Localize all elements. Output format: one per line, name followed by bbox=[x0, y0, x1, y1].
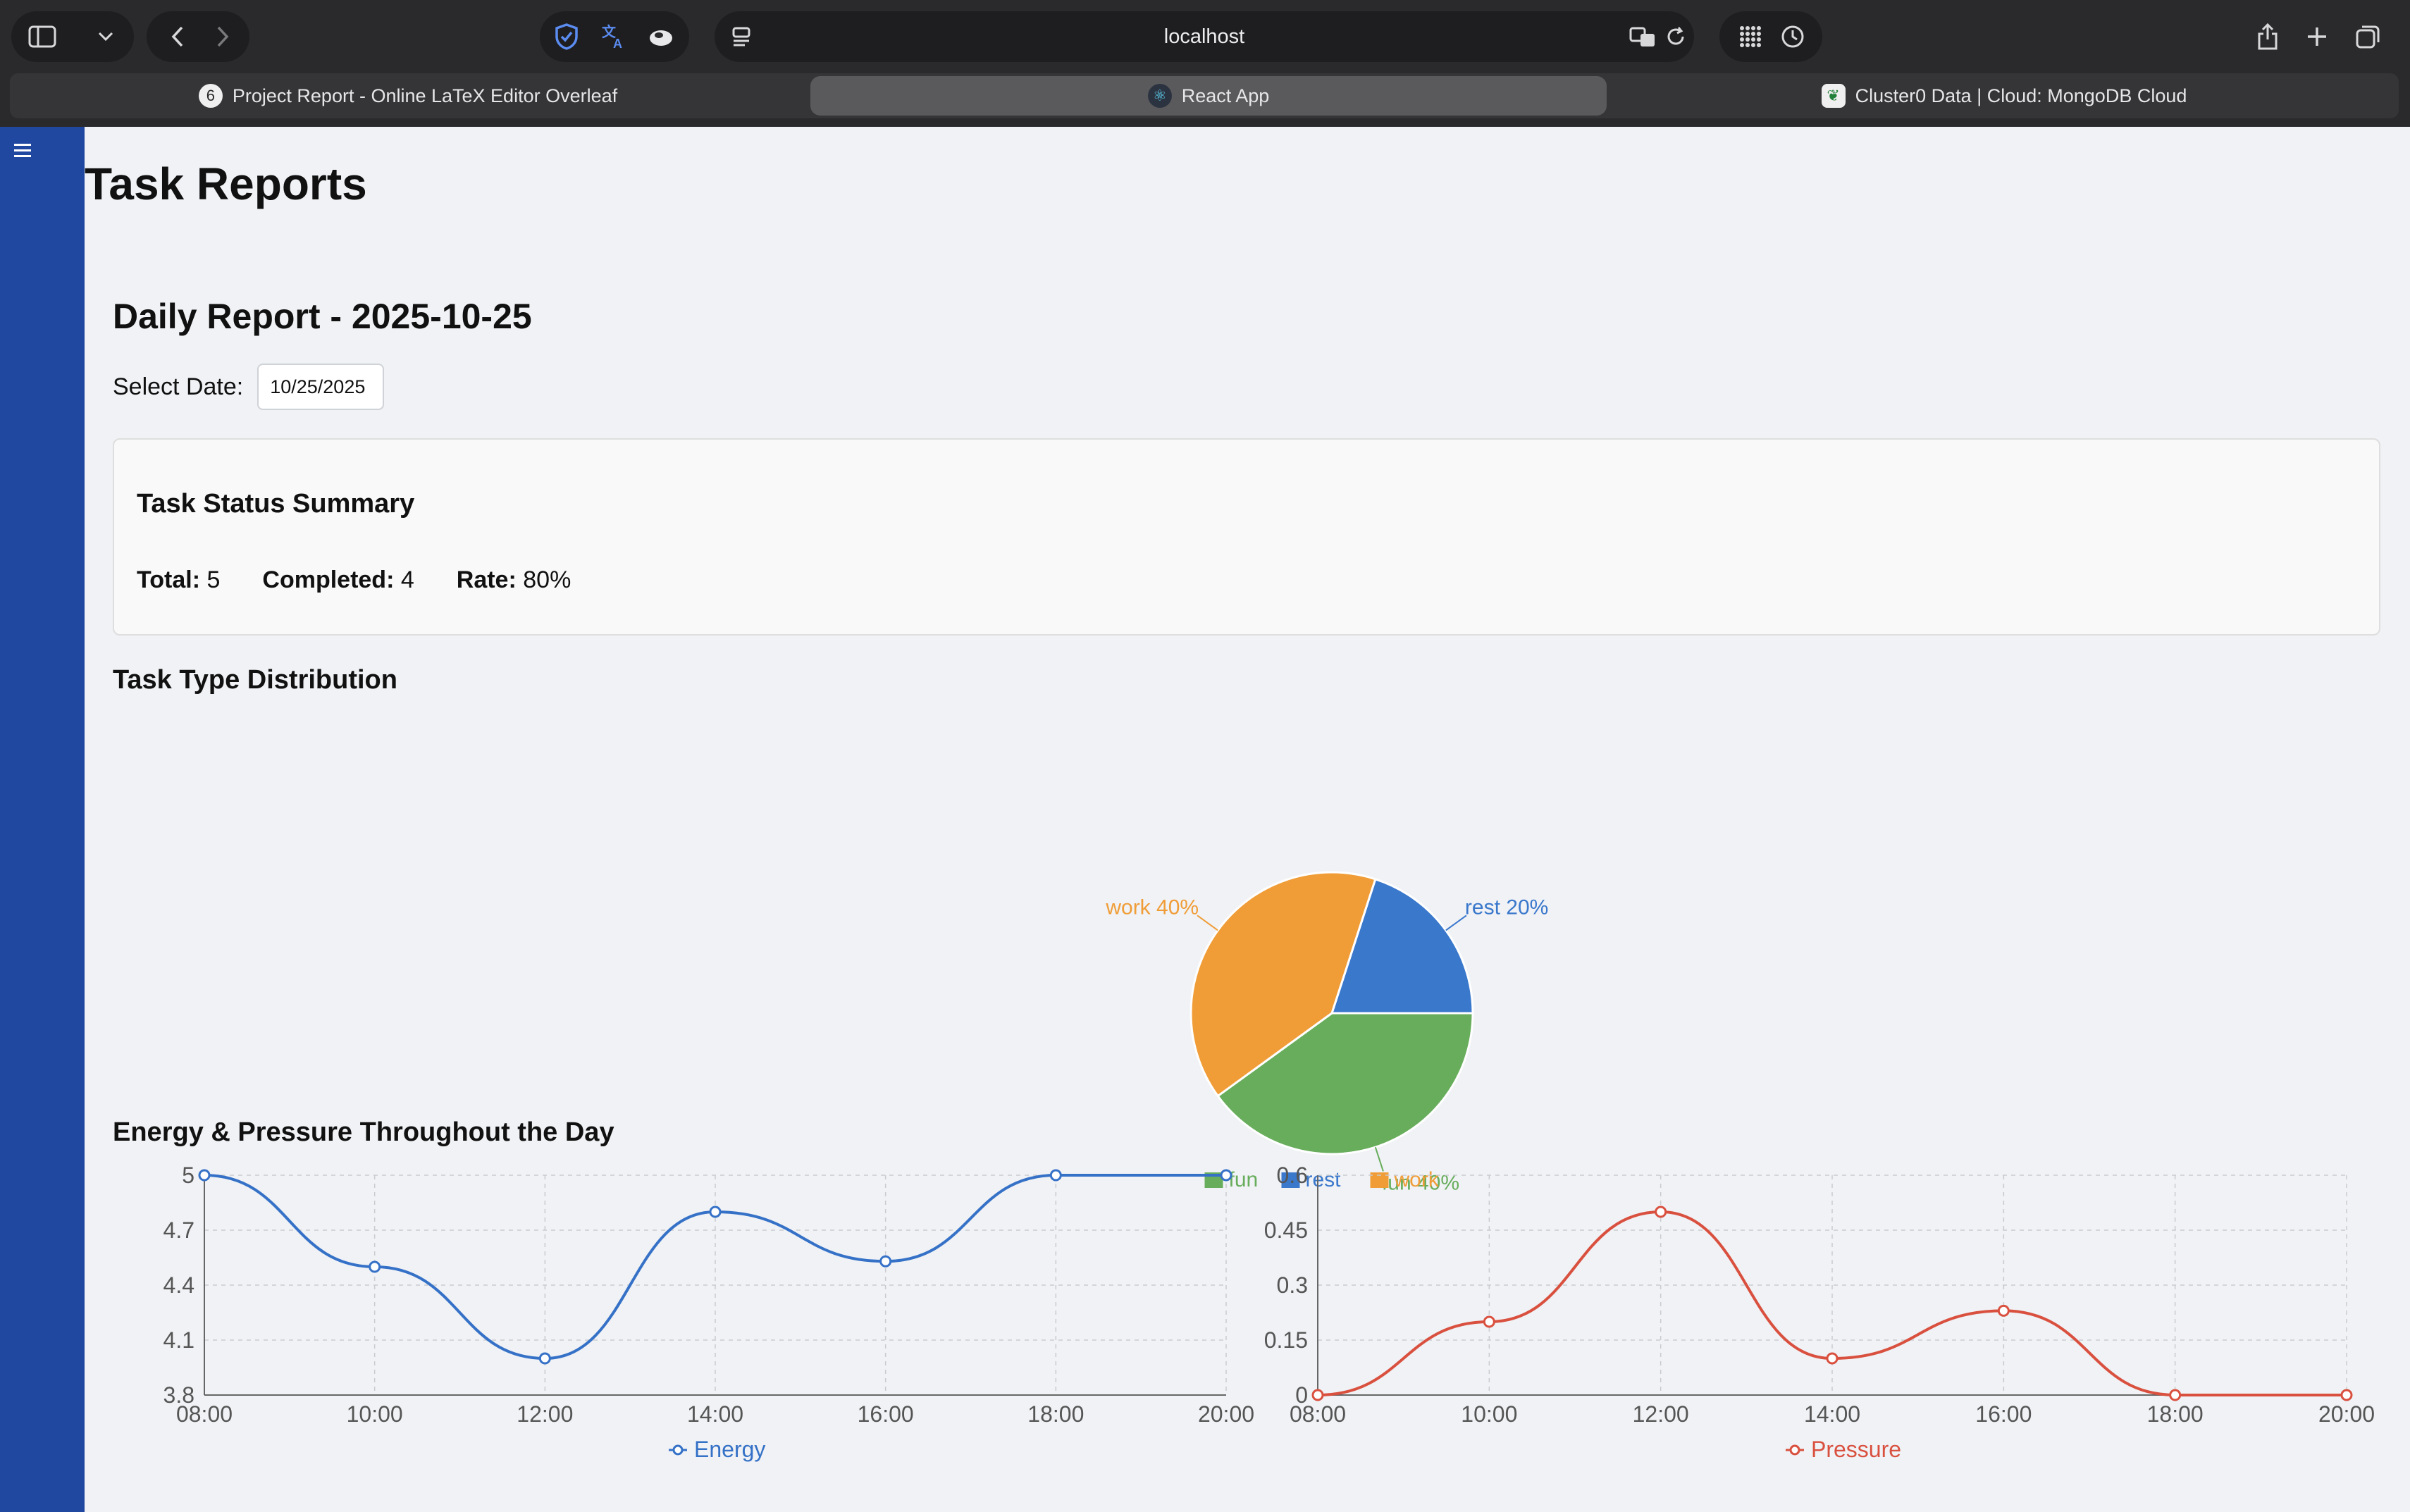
data-point[interactable] bbox=[198, 1169, 211, 1182]
tab-label: Project Report - Online LaTeX Editor Ove… bbox=[232, 85, 618, 106]
select-date-label: Select Date: bbox=[113, 373, 244, 400]
grid-icon[interactable] bbox=[1731, 17, 1770, 56]
mongodb-leaf-icon: ❦ bbox=[1821, 84, 1846, 108]
data-point[interactable] bbox=[538, 1352, 551, 1365]
data-point[interactable] bbox=[1311, 1389, 1324, 1401]
legend-label-energy[interactable]: Energy bbox=[694, 1437, 765, 1462]
task-type-pie-chart: rest 20%fun 40%work 40%fun rest work bbox=[1105, 871, 1548, 1194]
y-tick-label: 0.6 bbox=[1277, 1163, 1308, 1188]
y-tick-label: 0.45 bbox=[1264, 1217, 1308, 1243]
shield-icon[interactable] bbox=[547, 17, 586, 56]
sidebar-toggle-icon[interactable] bbox=[23, 17, 62, 56]
y-tick-label: 4.4 bbox=[163, 1272, 194, 1298]
x-tick-label: 08:00 bbox=[176, 1401, 233, 1427]
summary-title: Task Status Summary bbox=[137, 489, 415, 519]
address-bar[interactable]: localhost bbox=[715, 11, 1694, 62]
energy-line-chart: 3.84.14.44.7508:00 10:00 12:00 14:00 16:00 18… bbox=[163, 1163, 1255, 1462]
chevron-down-icon[interactable] bbox=[86, 17, 125, 56]
rate-stat: Rate: 80% bbox=[456, 566, 571, 593]
task-status-summary-card: Task Status Summary Total: 5 Completed: … bbox=[113, 438, 2380, 636]
tab-react-app[interactable]: ⚛ React App bbox=[810, 76, 1607, 116]
reload-icon[interactable] bbox=[1656, 17, 1695, 56]
daily-report-title: Daily Report - 2025-10-25 bbox=[113, 297, 532, 336]
react-logo-icon: ⚛ bbox=[1147, 84, 1172, 108]
x-tick-label: 20:00 bbox=[1198, 1401, 1254, 1427]
date-input[interactable]: 10/25/2025 bbox=[257, 364, 385, 410]
forward-icon[interactable] bbox=[203, 17, 242, 56]
energy-pressure-title: Energy & Pressure Throughout the Day bbox=[113, 1117, 614, 1147]
url-text: localhost bbox=[1163, 25, 1245, 48]
data-point[interactable] bbox=[1483, 1315, 1495, 1328]
new-tab-icon[interactable] bbox=[2297, 17, 2337, 56]
share-icon[interactable] bbox=[2248, 17, 2287, 56]
distribution-title: Task Type Distribution bbox=[113, 665, 397, 695]
pie-label-line bbox=[1197, 915, 1218, 931]
back-icon[interactable] bbox=[158, 17, 197, 56]
data-point[interactable] bbox=[1655, 1206, 1667, 1218]
pie-label-work: work 40% bbox=[1105, 896, 1199, 919]
tab-label: Cluster0 Data | Cloud: MongoDB Cloud bbox=[1855, 85, 2187, 106]
x-tick-label: 10:00 bbox=[1461, 1401, 1517, 1427]
y-tick-label: 0.3 bbox=[1277, 1272, 1308, 1298]
data-point[interactable] bbox=[1826, 1352, 1839, 1365]
date-selector: Select Date: 10/25/2025 bbox=[113, 364, 385, 410]
hamburger-menu-icon[interactable] bbox=[14, 144, 31, 158]
x-tick-label: 10:00 bbox=[347, 1401, 403, 1427]
y-tick-label: 4.7 bbox=[163, 1217, 194, 1243]
page-title: Task Reports bbox=[85, 159, 367, 209]
x-tick-label: 14:00 bbox=[1804, 1401, 1860, 1427]
translate-icon[interactable]: 文A bbox=[595, 17, 634, 56]
legend-marker bbox=[1789, 1444, 1800, 1456]
data-point[interactable] bbox=[709, 1206, 722, 1218]
legend-label-pressure[interactable]: Pressure bbox=[1811, 1437, 1901, 1462]
data-point[interactable] bbox=[1997, 1304, 2010, 1317]
history-icon[interactable] bbox=[1773, 17, 1812, 56]
browser-chrome: 文A localhost 6 Project Report - Online L… bbox=[0, 0, 2410, 127]
total-stat: Total: 5 bbox=[137, 566, 221, 593]
start-group bbox=[1719, 11, 1822, 62]
nav-group bbox=[147, 11, 249, 62]
completed-stat: Completed: 4 bbox=[262, 566, 414, 593]
data-point[interactable] bbox=[369, 1260, 381, 1273]
data-point[interactable] bbox=[879, 1255, 892, 1268]
tab-overview-icon[interactable] bbox=[2348, 17, 2387, 56]
tab-overleaf[interactable]: 6 Project Report - Online LaTeX Editor O… bbox=[10, 73, 806, 118]
data-point[interactable] bbox=[1220, 1169, 1232, 1182]
pie-label-rest: rest 20% bbox=[1465, 896, 1548, 919]
y-tick-label: 4.1 bbox=[163, 1327, 194, 1353]
y-tick-label: 5 bbox=[182, 1163, 194, 1188]
pie-label-line bbox=[1445, 915, 1467, 931]
tab-bar: 6 Project Report - Online LaTeX Editor O… bbox=[10, 73, 2399, 118]
x-tick-label: 18:00 bbox=[2147, 1401, 2204, 1427]
x-tick-label: 16:00 bbox=[1975, 1401, 2032, 1427]
legend-marker bbox=[672, 1444, 684, 1456]
tab-label: React App bbox=[1181, 85, 1270, 106]
browser-toolbar: 文A localhost bbox=[0, 0, 2410, 73]
x-tick-label: 12:00 bbox=[517, 1401, 573, 1427]
x-tick-label: 08:00 bbox=[1290, 1401, 1346, 1427]
svg-text:A: A bbox=[613, 37, 622, 51]
sidebar bbox=[0, 127, 85, 1512]
x-tick-label: 18:00 bbox=[1027, 1401, 1084, 1427]
x-tick-label: 20:00 bbox=[2318, 1401, 2375, 1427]
pressure-line-chart: 00.150.30.450.608:00 10:00 12:00 14:00 16:00… bbox=[1264, 1163, 2375, 1462]
y-tick-label: 0.15 bbox=[1264, 1327, 1308, 1353]
x-tick-label: 14:00 bbox=[687, 1401, 743, 1427]
x-tick-label: 12:00 bbox=[1633, 1401, 1689, 1427]
data-point[interactable] bbox=[2169, 1389, 2182, 1401]
overleaf-logo-icon: 6 bbox=[198, 84, 223, 108]
data-point[interactable] bbox=[2340, 1389, 2353, 1401]
sidebar-toggle-group bbox=[11, 11, 134, 62]
x-tick-label: 16:00 bbox=[858, 1401, 914, 1427]
data-point[interactable] bbox=[1049, 1169, 1062, 1182]
extension-icon[interactable] bbox=[641, 17, 681, 56]
summary-stats: Total: 5 Completed: 4 Rate: 80% bbox=[137, 566, 571, 594]
extensions-group: 文A bbox=[540, 11, 689, 62]
tab-mongodb[interactable]: ❦ Cluster0 Data | Cloud: MongoDB Cloud bbox=[1609, 73, 2399, 118]
main-content: Task Reports Daily Report - 2025-10-25 S… bbox=[85, 127, 2410, 1512]
